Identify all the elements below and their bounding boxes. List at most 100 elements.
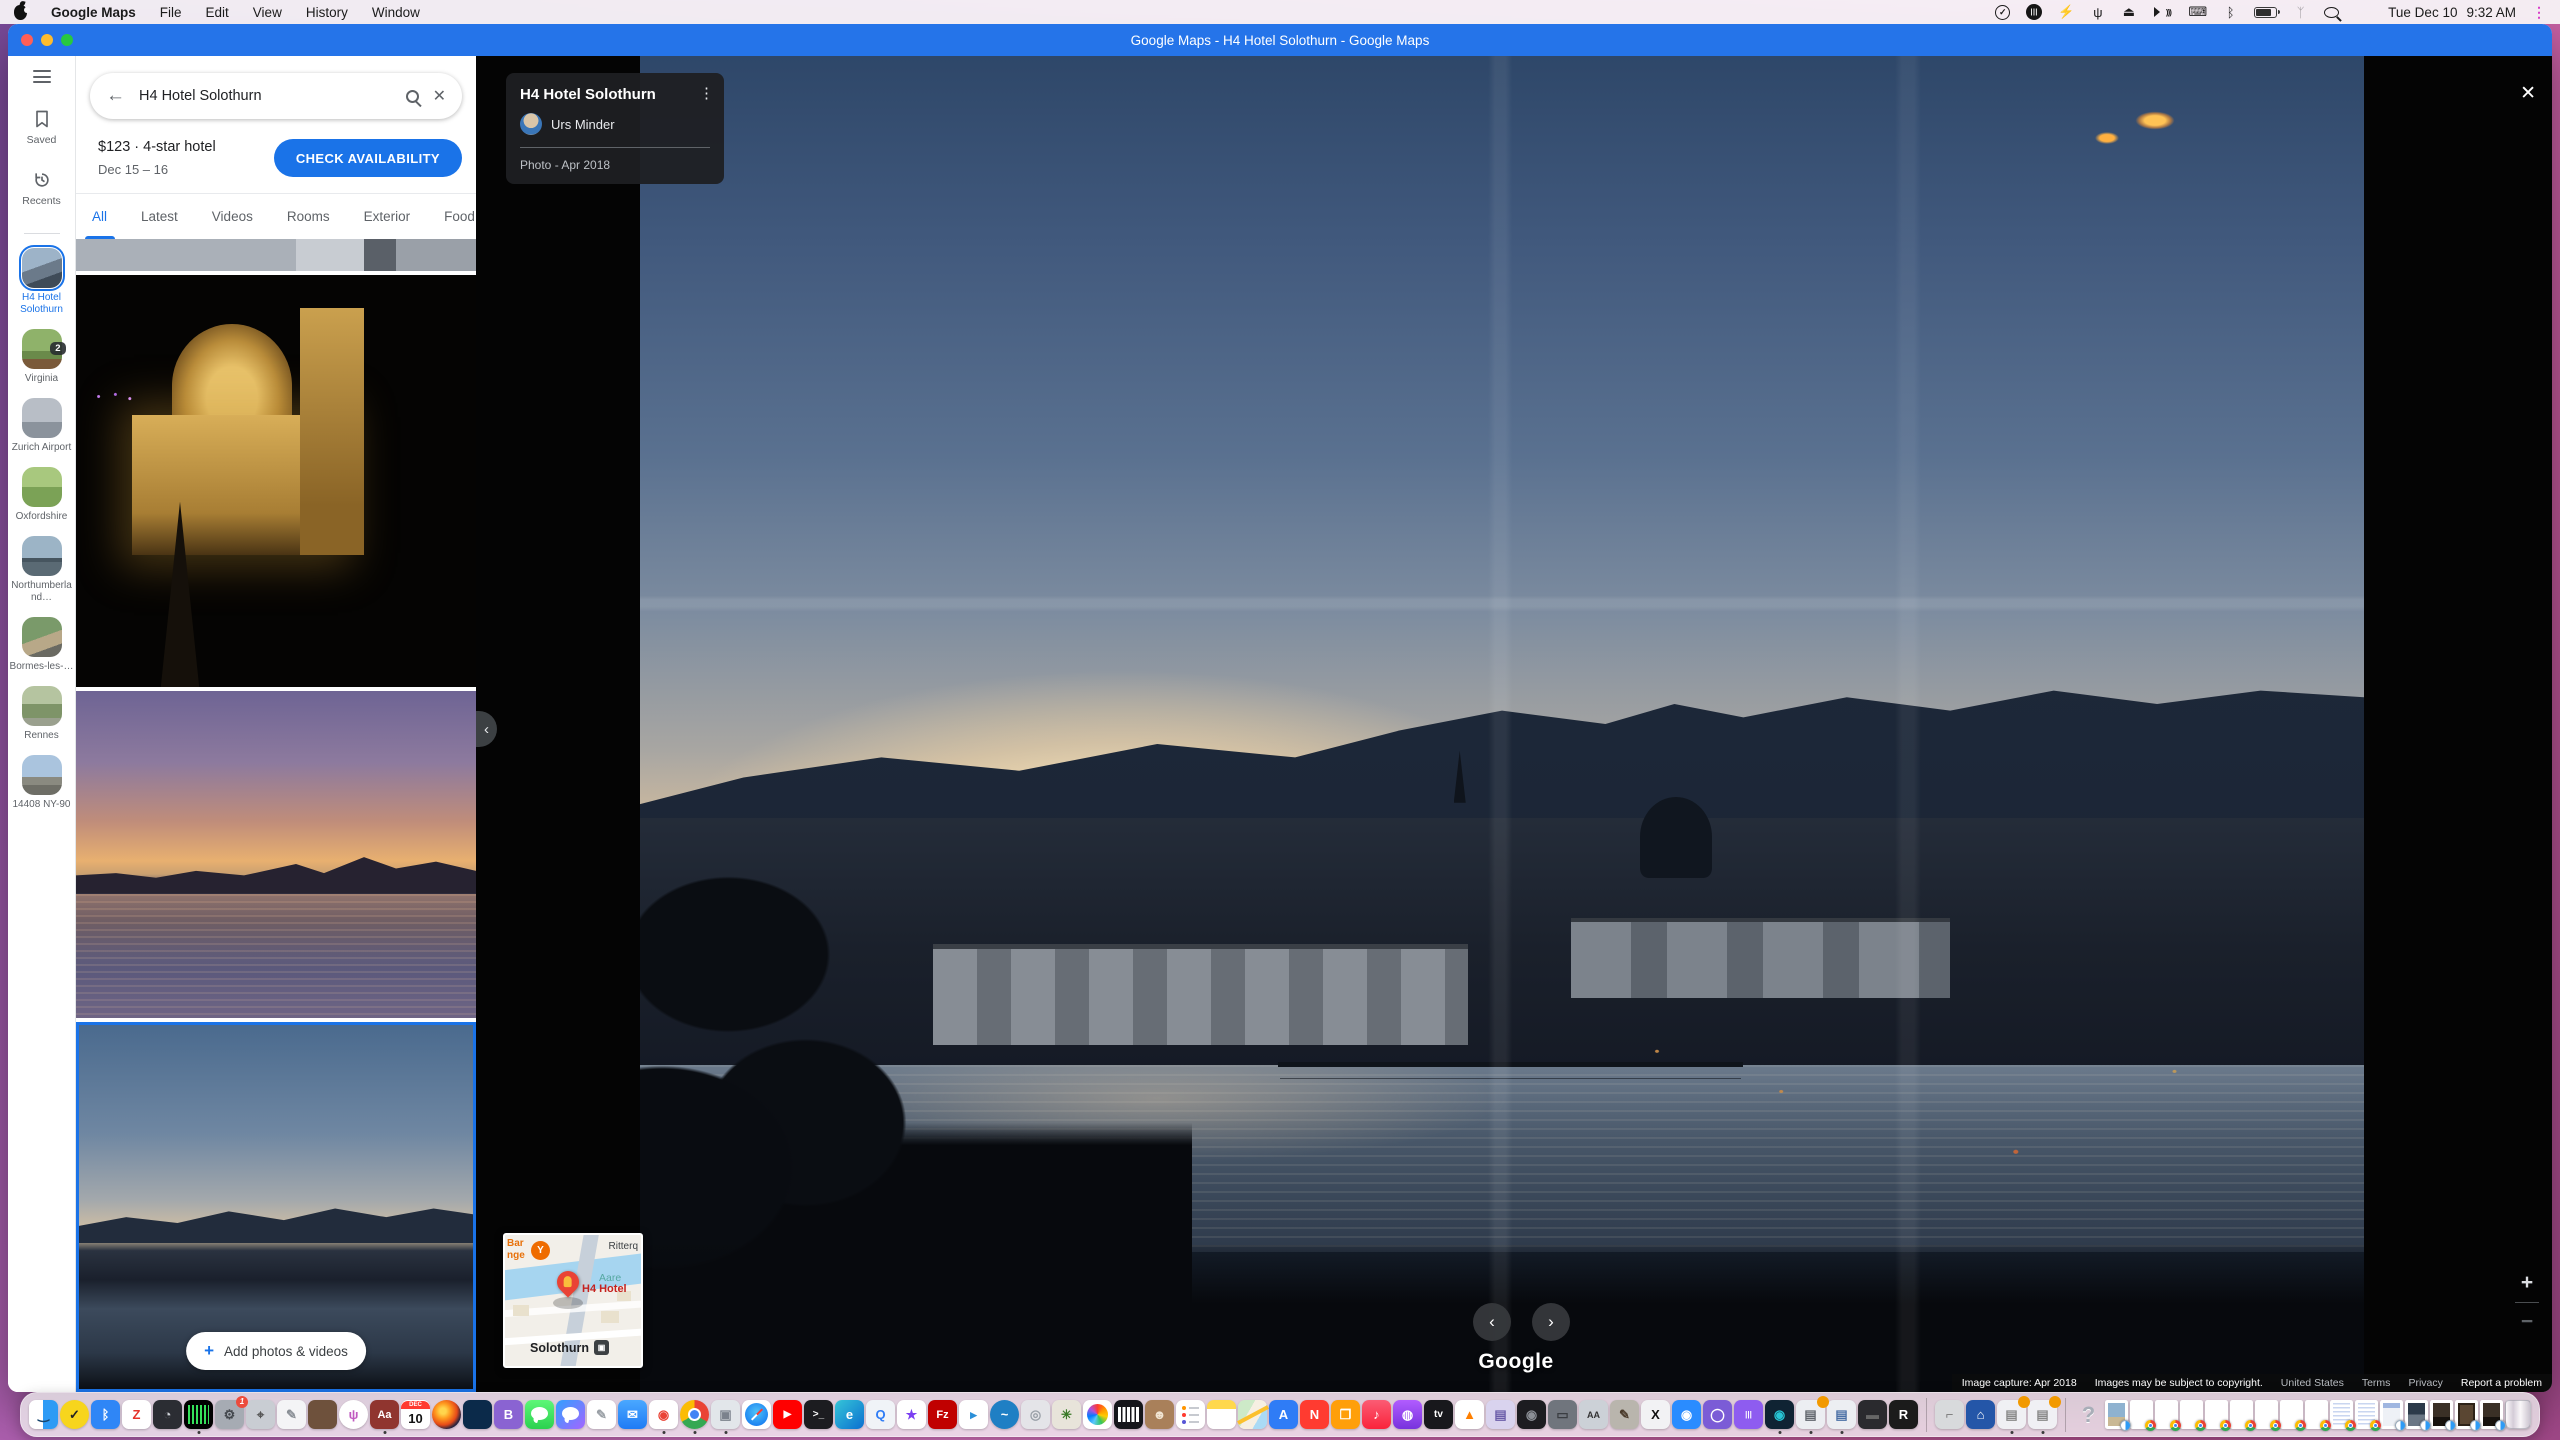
dock-item-books[interactable]: ❐ <box>1331 1400 1360 1429</box>
dock-item-star-app[interactable]: ★ <box>897 1400 926 1429</box>
dock-item-music[interactable]: ♪ <box>1362 1400 1391 1429</box>
dock-item-keychain[interactable]: ⌐ <box>1935 1400 1964 1429</box>
dock-item-youtube[interactable]: ▶ <box>773 1400 802 1429</box>
dock-item-things[interactable]: ✓ <box>60 1400 89 1429</box>
dock-item-contacts[interactable]: ☻ <box>1145 1400 1174 1429</box>
dock-item-user-archive[interactable] <box>308 1400 337 1429</box>
dock-item-news[interactable]: N <box>1300 1400 1329 1429</box>
dock-item-vinyl-app[interactable]: ◉ <box>1517 1400 1546 1429</box>
collapse-panel-button[interactable]: ‹ <box>476 711 497 747</box>
tab-exterior[interactable]: Exterior <box>364 194 411 239</box>
add-photos-button[interactable]: + Add photos & videos <box>186 1332 366 1370</box>
dock-item-mail[interactable]: ✉ <box>618 1400 647 1429</box>
photo-thumbnail-river-panorama[interactable] <box>76 691 476 1018</box>
minimize-window-button[interactable] <box>41 34 53 46</box>
dock-item-webcam-app[interactable]: ◉ <box>1765 1400 1794 1429</box>
menu-overflow-icon[interactable]: ⋮ <box>2532 4 2546 21</box>
dock-item-reminders[interactable] <box>1176 1400 1205 1429</box>
recent-place-h4-hotel[interactable]: H4 Hotel Solothurn <box>10 248 74 316</box>
dock-item-minimized-sheet[interactable] <box>2355 1400 2378 1429</box>
dock-item-system-settings[interactable]: ⚙1 <box>215 1400 244 1429</box>
check-availability-button[interactable]: CHECK AVAILABILITY <box>274 139 462 177</box>
dock-item-messages[interactable] <box>525 1400 554 1429</box>
app-circle-icon[interactable]: ||| <box>2026 4 2042 20</box>
sidebar-item-saved[interactable]: Saved <box>27 109 57 146</box>
control-center-icon[interactable] <box>2355 6 2372 19</box>
dock-item-photo-booth[interactable]: ▣ <box>711 1400 740 1429</box>
dock-item-minimized-doc[interactable] <box>2255 1400 2278 1429</box>
volume-icon[interactable] <box>2152 4 2172 20</box>
dock-item-scanner[interactable]: ▬ <box>1858 1400 1887 1429</box>
dock-item-printer-queue-2[interactable]: ▤ <box>2028 1400 2057 1429</box>
dock-item-audio-levels[interactable] <box>184 1400 213 1429</box>
search-box[interactable]: ← ✕ <box>90 73 462 119</box>
dock-item-maps-preview[interactable] <box>1238 1400 1267 1429</box>
search-input[interactable] <box>139 88 392 104</box>
dock-item-app-store[interactable]: A <box>1269 1400 1298 1429</box>
dock-item-google-maps[interactable]: ◉ <box>649 1400 678 1429</box>
dock-item-finder[interactable]: ‿ <box>29 1400 58 1429</box>
zoom-in-button[interactable]: + <box>2521 1271 2533 1295</box>
apple-menu-icon[interactable] <box>14 5 27 20</box>
hotel-dates[interactable]: Dec 15 – 16 <box>98 162 216 177</box>
dock-item-printer-fax[interactable]: ▤ <box>1827 1400 1856 1429</box>
close-window-button[interactable] <box>21 34 33 46</box>
dock-item-diagnostics[interactable]: ⌖ <box>246 1400 275 1429</box>
dock-item-terminal[interactable]: >_ <box>804 1400 833 1429</box>
main-photo-sunset-solothurn[interactable] <box>640 56 2364 1392</box>
sidebar-item-recents[interactable]: Recents <box>22 170 61 207</box>
dock-item-safari[interactable] <box>742 1400 771 1429</box>
dock-item-printer-queue-1[interactable]: ▤ <box>1997 1400 2026 1429</box>
report-problem-link[interactable]: Report a problem <box>2461 1377 2542 1389</box>
menu-file[interactable]: File <box>160 5 182 20</box>
menu-view[interactable]: View <box>253 5 282 20</box>
dock-item-usb-devices[interactable]: ψ <box>339 1400 368 1429</box>
shortcuts-icon[interactable]: ⚡ <box>2058 4 2074 20</box>
dock-item-missing-app[interactable]: ? <box>2074 1400 2103 1429</box>
dock-item-calendar[interactable]: DEC10 <box>401 1400 430 1429</box>
dock-item-home-app[interactable]: ⌂ <box>1966 1400 1995 1429</box>
recent-place-rennes[interactable]: Rennes <box>10 686 74 742</box>
more-options-icon[interactable]: ⋮ <box>699 86 714 101</box>
dock-item-messenger[interactable] <box>556 1400 585 1429</box>
photo-place-title[interactable]: H4 Hotel Solothurn <box>520 86 710 103</box>
eject-icon[interactable]: ⏏ <box>2121 4 2136 20</box>
dock-item-minimized-doc[interactable] <box>2180 1400 2203 1429</box>
back-arrow-icon[interactable]: ← <box>106 85 125 107</box>
dock-item-apple-tv[interactable]: tv <box>1424 1400 1453 1429</box>
dock-item-kindle[interactable] <box>463 1400 492 1429</box>
signal-icon[interactable]: ᛉ <box>2293 4 2308 20</box>
recent-place-bormes[interactable]: Bormes-les-… <box>10 617 74 673</box>
next-photo-button[interactable]: › <box>1532 1303 1570 1341</box>
dock-item-bluetooth-app[interactable]: ᛒ <box>91 1400 120 1429</box>
usb-icon[interactable]: ψ <box>2090 4 2105 20</box>
dock-item-minimized-frame[interactable] <box>2455 1400 2478 1429</box>
zoom-window-button[interactable] <box>61 34 73 46</box>
dock-item-minimized-sheet[interactable] <box>2330 1400 2353 1429</box>
tab-food[interactable]: Food <box>444 194 475 239</box>
dock-item-rstudio[interactable]: R <box>1889 1400 1918 1429</box>
dock-item-minimized-doc[interactable] <box>2280 1400 2303 1429</box>
input-source-icon[interactable]: ⌨ <box>2188 4 2207 20</box>
dock-item-quicktime[interactable]: Q <box>866 1400 895 1429</box>
dock-item-transmit[interactable]: ▸ <box>959 1400 988 1429</box>
dock-item-dictionary[interactable]: Aa <box>370 1400 399 1429</box>
dock-item-minimized-doc[interactable] <box>2305 1400 2328 1429</box>
dock-item-firefox[interactable] <box>432 1400 461 1429</box>
photo-thumbnail-partial[interactable] <box>76 239 476 271</box>
recent-place-zurich-airport[interactable]: Zurich Airport <box>10 398 74 454</box>
dock-item-edge[interactable]: e <box>835 1400 864 1429</box>
recent-place-oxfordshire[interactable]: Oxfordshire <box>10 467 74 523</box>
dock-item-minimized-image[interactable] <box>2480 1400 2503 1429</box>
dock-item-zinio[interactable]: Z <box>122 1400 151 1429</box>
dock-item-unarchiver[interactable]: ▤ <box>1486 1400 1515 1429</box>
dock-item-notes[interactable] <box>1207 1400 1236 1429</box>
tab-rooms[interactable]: Rooms <box>287 194 330 239</box>
dock-item-photos[interactable] <box>1083 1400 1112 1429</box>
dock-item-chrome[interactable] <box>680 1400 709 1429</box>
dock-item-minimized-photo[interactable] <box>2105 1400 2128 1429</box>
previous-photo-button[interactable]: ‹ <box>1473 1303 1511 1341</box>
dock-item-minimized-window[interactable] <box>2380 1400 2403 1429</box>
dock-item-bbedit[interactable]: B <box>494 1400 523 1429</box>
dock-item-vlc[interactable]: ▲ <box>1455 1400 1484 1429</box>
